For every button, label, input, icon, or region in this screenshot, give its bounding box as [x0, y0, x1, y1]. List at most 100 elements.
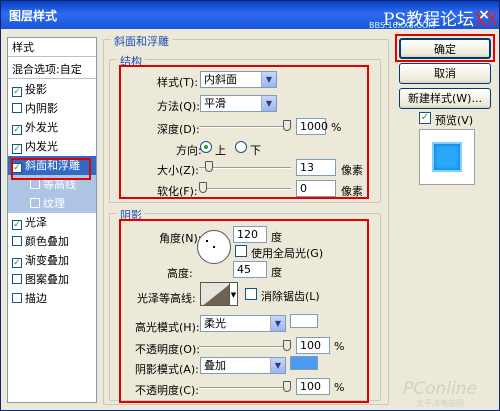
direction-up-radio[interactable]: [200, 141, 212, 153]
highlight-mode-label: 高光模式(H):: [135, 321, 200, 334]
style-label: 样式(T):: [157, 76, 199, 89]
layer-style-dialog: 图层样式 BBS.16XX8.COM PS教程论坛XX × 样式 混合选项:自定…: [0, 0, 500, 411]
checkbox-icon[interactable]: ✓: [12, 125, 22, 135]
checkbox-icon[interactable]: [30, 179, 40, 189]
list-item-gradient-overlay[interactable]: ✓ 渐变叠加: [8, 251, 96, 270]
direction-down-radio[interactable]: [235, 141, 247, 153]
checkbox-icon[interactable]: ✓: [12, 220, 22, 230]
slider-thumb[interactable]: [283, 120, 291, 131]
size-slider[interactable]: [199, 161, 291, 172]
list-item-texture[interactable]: 纹理: [8, 194, 96, 213]
depth-input[interactable]: 1000: [296, 118, 328, 135]
title-bar[interactable]: 图层样式 BBS.16XX8.COM PS教程论坛XX ×: [1, 1, 499, 30]
altitude-input[interactable]: 45: [233, 261, 267, 278]
list-item-blending-options[interactable]: 混合选项:自定: [8, 60, 96, 79]
checkbox-icon[interactable]: [12, 103, 22, 113]
list-item-label: 光泽: [25, 216, 47, 229]
altitude-label: 高度:: [167, 267, 193, 280]
soften-label: 软化(F):: [157, 185, 198, 198]
list-item-label: 外发光: [25, 121, 58, 134]
style-select-value: 内斜面: [204, 73, 237, 86]
list-item-label: 样式: [12, 41, 34, 54]
cancel-button[interactable]: 取消: [399, 63, 491, 84]
gloss-contour-picker[interactable]: [200, 282, 230, 306]
list-item-satin[interactable]: ✓ 光泽: [8, 213, 96, 232]
list-item-label: 渐变叠加: [25, 254, 69, 267]
soften-input[interactable]: 0: [296, 180, 336, 197]
angle-dial[interactable]: [197, 230, 231, 264]
technique-label: 方法(Q):: [157, 100, 200, 113]
depth-slider[interactable]: [199, 120, 291, 131]
depth-label: 深度(D):: [157, 123, 200, 136]
preview-swatch: [432, 142, 462, 172]
slider-thumb[interactable]: [283, 340, 291, 351]
slider-track: [199, 387, 291, 389]
list-item-inner-glow[interactable]: ✓ 内发光: [8, 137, 96, 156]
slider-track: [199, 188, 291, 190]
depth-unit: %: [331, 121, 342, 134]
highlight-mode-value: 柔光: [204, 317, 226, 330]
shadow-mode-select[interactable]: 叠加 ▼: [200, 357, 286, 374]
size-input[interactable]: 13: [296, 159, 336, 176]
checkbox-icon[interactable]: [12, 236, 22, 246]
highlight-color-swatch[interactable]: [290, 314, 318, 328]
preview-label: 预览(V): [435, 114, 474, 127]
technique-select[interactable]: 平滑 ▼: [200, 95, 277, 112]
global-light-checkbox[interactable]: [235, 245, 247, 257]
anti-aliased-checkbox[interactable]: [245, 288, 257, 300]
angle-dial-needle: [206, 240, 208, 242]
direction-down-label: 下: [250, 144, 261, 157]
highlight-opacity-input[interactable]: 100: [296, 337, 330, 354]
highlight-box-bevel: [11, 158, 91, 180]
list-item-drop-shadow[interactable]: ✓ 投影: [8, 80, 96, 99]
checkbox-icon[interactable]: [12, 293, 22, 303]
checkbox-icon[interactable]: ✓: [12, 87, 22, 97]
highlight-opacity-label: 不透明度(O):: [135, 343, 200, 356]
direction-label: 方向:: [176, 144, 202, 157]
checkbox-icon[interactable]: [12, 274, 22, 284]
shadow-opacity-input[interactable]: 100: [296, 378, 330, 395]
shadow-opacity-unit: %: [334, 381, 345, 394]
new-style-button[interactable]: 新建样式(W)...: [399, 88, 491, 109]
list-item-label: 颜色叠加: [25, 235, 69, 248]
list-item-label: 内发光: [25, 140, 58, 153]
slider-thumb[interactable]: [199, 182, 207, 193]
slider-thumb[interactable]: [205, 161, 213, 172]
slider-thumb[interactable]: [283, 381, 291, 392]
shadow-mode-label: 阴影模式(A):: [135, 363, 199, 376]
chevron-down-icon: ▼: [270, 316, 285, 331]
chevron-down-icon: ▼: [261, 96, 276, 111]
gloss-contour-label: 光泽等高线:: [137, 292, 196, 305]
checkbox-icon[interactable]: ✓: [12, 144, 22, 154]
style-select[interactable]: 内斜面 ▼: [200, 71, 277, 88]
shadow-opacity-slider[interactable]: [199, 381, 291, 392]
chevron-down-icon[interactable]: ▼: [230, 282, 238, 306]
anti-aliased-label: 消除锯齿(L): [261, 290, 320, 303]
shadow-opacity-label: 不透明度(C):: [135, 384, 199, 397]
angle-unit: 度: [271, 231, 282, 244]
slider-track: [199, 126, 291, 128]
list-item-label: 图案叠加: [25, 273, 69, 286]
checkbox-icon[interactable]: ✓: [12, 258, 22, 268]
list-item-color-overlay[interactable]: 颜色叠加: [8, 232, 96, 251]
close-icon[interactable]: ×: [473, 5, 495, 25]
list-item-inner-shadow[interactable]: 内阴影: [8, 99, 96, 118]
list-item-pattern-overlay[interactable]: 图案叠加: [8, 270, 96, 289]
size-unit: 像素: [341, 164, 363, 177]
chevron-down-icon: ▼: [270, 358, 285, 373]
global-light-label: 使用全局光(G): [251, 247, 324, 260]
highlight-opacity-unit: %: [334, 340, 345, 353]
style-list: 样式 混合选项:自定 ✓ 投影 内阴影 ✓ 外发光 ✓ 内发光 ✓ 斜面和浮雕 等高线 …: [7, 37, 97, 403]
list-item-label: 描边: [25, 292, 47, 305]
highlight-mode-select[interactable]: 柔光 ▼: [200, 315, 286, 332]
shadow-color-swatch[interactable]: [290, 356, 318, 370]
checkbox-icon[interactable]: [30, 198, 40, 208]
soften-slider[interactable]: [199, 182, 291, 193]
highlight-opacity-slider[interactable]: [199, 340, 291, 351]
preview-checkbox[interactable]: ✓: [419, 112, 431, 124]
list-item-outer-glow[interactable]: ✓ 外发光: [8, 118, 96, 137]
list-item-stroke[interactable]: 描边: [8, 289, 96, 308]
contour-curve-icon: [201, 283, 229, 305]
angle-input[interactable]: 120: [233, 226, 267, 243]
list-item-styles[interactable]: 样式: [8, 38, 96, 57]
